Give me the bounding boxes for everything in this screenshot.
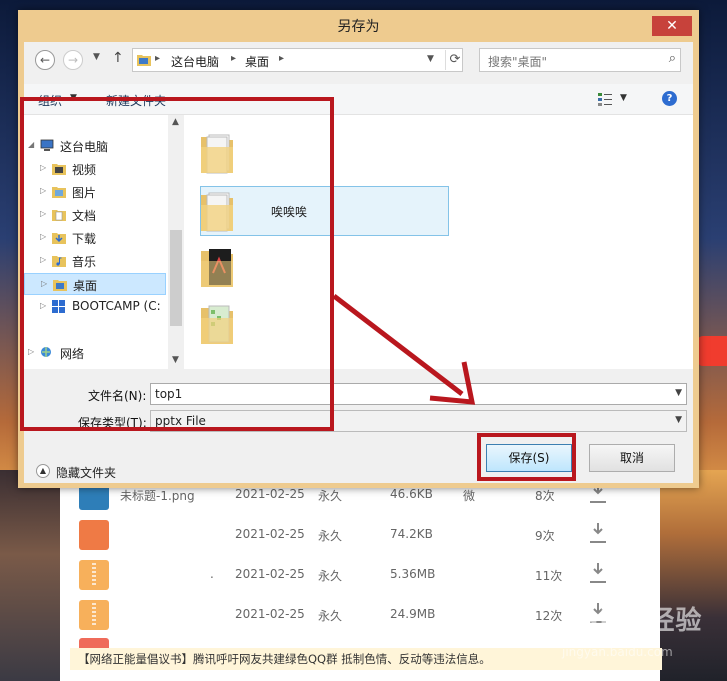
file-date: 2021-02-25 xyxy=(235,487,305,501)
address-dropdown[interactable]: ▼ xyxy=(427,54,434,64)
download-icon[interactable] xyxy=(588,563,608,585)
file-date: 2021-02-25 xyxy=(235,527,305,541)
view-options-icon[interactable] xyxy=(598,92,612,106)
breadcrumb-desktop[interactable]: 桌面 xyxy=(245,53,269,70)
cancel-button[interactable]: 取消 xyxy=(589,444,675,472)
download-count: 12次 xyxy=(535,609,563,623)
close-button[interactable]: ✕ xyxy=(652,16,692,36)
annotation-arrow xyxy=(332,294,476,405)
annotation-save-highlight xyxy=(477,433,576,481)
file-expire: 永久 xyxy=(318,569,343,583)
chevron-down-icon[interactable]: ▼ xyxy=(675,415,682,425)
up-button[interactable]: ↑ xyxy=(112,50,124,66)
chevron-down-icon[interactable]: ▼ xyxy=(675,388,682,398)
recent-locations-dropdown[interactable]: ▼ xyxy=(93,52,100,62)
desktop-folder-icon xyxy=(137,55,151,66)
file-expire: 永久 xyxy=(318,489,343,503)
annotation-highlight-box xyxy=(20,97,334,431)
search-icon: ⌕ xyxy=(668,51,676,66)
zip-file-icon xyxy=(79,600,109,630)
close-icon: ✕ xyxy=(666,18,678,34)
refresh-icon[interactable]: ⟳ xyxy=(445,50,464,70)
file-name: . xyxy=(210,567,214,581)
file-name: 未标题-1.png xyxy=(120,489,195,503)
file-size: 5.36MB xyxy=(390,567,436,581)
download-icon[interactable] xyxy=(588,523,608,545)
view-dropdown-icon[interactable]: ▼ xyxy=(620,93,627,103)
forward-button[interactable]: → xyxy=(63,50,83,70)
file-expire: 永久 xyxy=(318,529,343,543)
search-placeholder: 搜索"桌面" xyxy=(488,55,548,69)
file-extra: 微 xyxy=(463,489,476,503)
zip-file-icon xyxy=(79,560,109,590)
download-count: 9次 xyxy=(535,529,555,543)
image-file-icon xyxy=(79,638,109,648)
dialog-title: 另存为 xyxy=(337,19,380,35)
file-date: 2021-02-25 xyxy=(235,607,305,621)
download-count: 8次 xyxy=(535,489,555,503)
sogou-ime-icon[interactable] xyxy=(697,336,727,366)
breadcrumb-this-pc[interactable]: 这台电脑 xyxy=(171,53,219,70)
file-size: 24.9MB xyxy=(390,607,436,621)
file-size: 46.6KB xyxy=(390,487,433,501)
back-button[interactable]: ← xyxy=(35,50,55,70)
file-date: 2021-02-25 xyxy=(235,567,305,581)
file-size: 74.2KB xyxy=(390,527,433,541)
table-row[interactable]: . 2021-02-25 永久 5.36MB 11次 xyxy=(60,554,660,594)
background-wallpaper-left xyxy=(0,470,60,681)
download-count: 11次 xyxy=(535,569,563,583)
file-expire: 永久 xyxy=(318,609,343,623)
watermark-logo: Baidu经验 xyxy=(560,606,703,636)
hide-folders-label: 隐藏文件夹 xyxy=(56,466,117,480)
help-icon[interactable]: ? xyxy=(662,91,677,106)
address-bar[interactable]: ▸ 这台电脑 ▸ 桌面 ▸ ▼ ⟳ xyxy=(132,48,463,72)
table-row[interactable]: 2021-02-25 永久 74.2KB 9次 xyxy=(60,514,660,554)
watermark-url: jingyan.baidu.com xyxy=(562,645,673,659)
chevron-up-icon: ▲ xyxy=(36,464,50,478)
image-file-icon xyxy=(79,520,109,550)
search-input[interactable]: 搜索"桌面" ⌕ xyxy=(479,48,681,72)
